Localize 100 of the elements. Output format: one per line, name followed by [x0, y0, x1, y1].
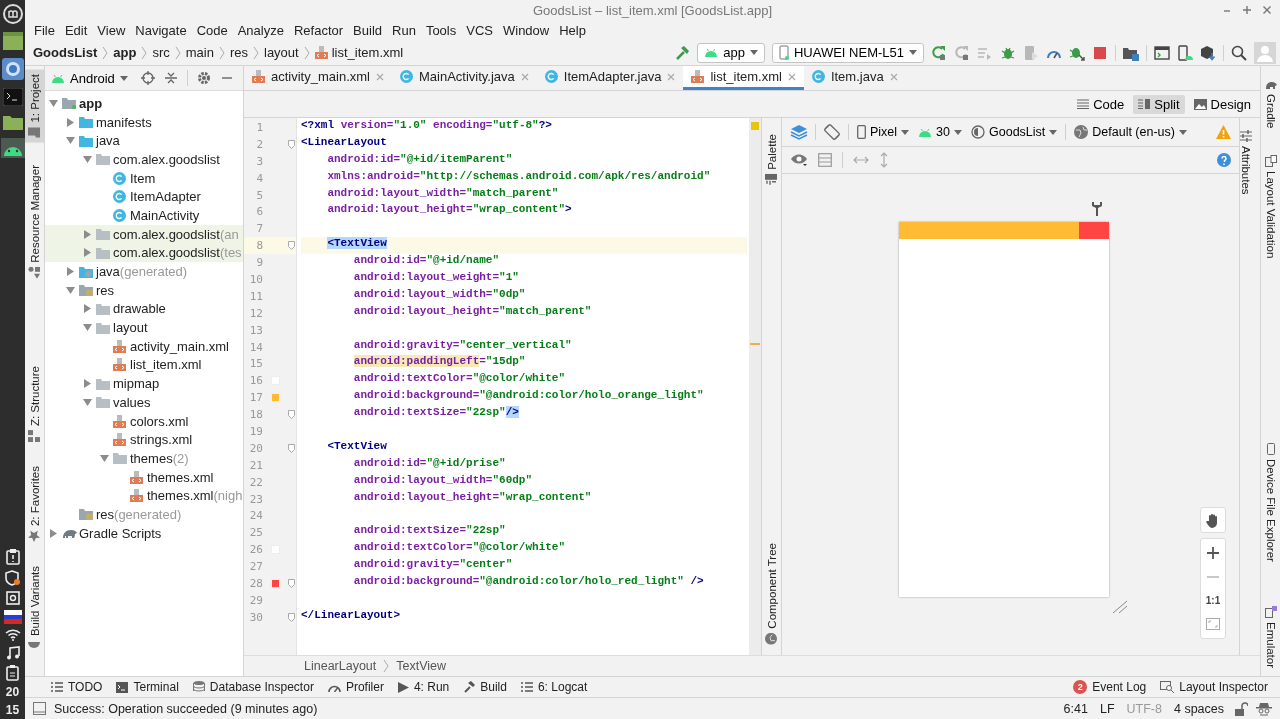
device-dropdown[interactable]: Pixel [856, 125, 911, 139]
view-mode-button[interactable]: Code [1072, 94, 1130, 114]
hammer-icon[interactable] [674, 44, 691, 61]
menu-item[interactable]: Window [497, 22, 555, 38]
console-icon[interactable] [1154, 44, 1170, 61]
collapsed-arrow-icon[interactable] [83, 248, 92, 258]
collapsed-arrow-icon[interactable] [49, 528, 58, 538]
breadcrumb-item[interactable]: LinearLayout [304, 659, 377, 673]
layers-icon[interactable] [790, 124, 808, 140]
tool-window-tab[interactable]: Component Tree [762, 539, 781, 649]
tree-item[interactable]: colors.xml [45, 411, 243, 431]
warning-stripe-marker[interactable] [750, 343, 760, 345]
expanded-arrow-icon[interactable] [83, 397, 92, 407]
breadcrumb-item[interactable]: TextView [396, 659, 447, 673]
fold-marker-icon[interactable] [288, 139, 295, 149]
editor-tab[interactable]: ItemAdapter.java [536, 66, 684, 90]
menu-item[interactable]: File [29, 22, 60, 38]
breadcrumb-item[interactable]: main [185, 45, 214, 60]
expanded-arrow-icon[interactable] [66, 285, 75, 295]
color-swatch[interactable] [272, 394, 279, 402]
tool-window-tab[interactable]: Palette [762, 130, 781, 190]
tree-item[interactable]: layout [45, 318, 243, 337]
pan-button[interactable] [1200, 507, 1226, 533]
tool-window-button[interactable]: Terminal [110, 680, 185, 694]
console-icon[interactable] [2, 88, 23, 106]
zoom-reset-button[interactable]: 1:1 [1205, 595, 1221, 606]
device-dropdown[interactable]: HUAWEI NEM-L51 [771, 42, 924, 63]
tree-item[interactable]: mipmap [45, 374, 243, 393]
tree-item[interactable]: themes(2) [45, 449, 243, 468]
tool-window-tab[interactable]: Attributes [1240, 126, 1252, 199]
tool-window-tab[interactable]: 1: Project [25, 70, 44, 143]
editor-tab[interactable]: Item.java [803, 66, 906, 90]
menu-item[interactable]: Analyze [232, 22, 289, 38]
collapsed-arrow-icon[interactable] [83, 304, 92, 314]
collapsed-arrow-icon[interactable] [66, 117, 75, 127]
tool-window-button[interactable]: Database Inspector [186, 680, 320, 694]
help-icon[interactable] [1217, 153, 1231, 167]
tool-window-tab[interactable]: Layout Validation [1261, 150, 1280, 262]
tree-item[interactable]: manifests [45, 112, 243, 132]
tool-window-button[interactable]: Build [457, 680, 513, 694]
tree-item[interactable]: java [45, 131, 243, 151]
clipboard-icon[interactable] [5, 549, 20, 565]
menu-item[interactable]: Run [387, 22, 421, 38]
tree-item[interactable]: com.alex.goodslist [45, 150, 243, 169]
collapsed-arrow-icon[interactable] [83, 229, 92, 239]
eye-icon[interactable] [790, 153, 808, 167]
collapsed-arrow-icon[interactable] [66, 267, 75, 277]
menu-item[interactable]: Build [348, 22, 387, 38]
tree-item[interactable]: java(generated) [45, 262, 243, 281]
close-icon[interactable] [889, 72, 898, 81]
tree-item[interactable]: drawable [45, 299, 243, 319]
fold-marker-icon[interactable] [288, 612, 295, 622]
menu-item[interactable]: VCS [461, 22, 498, 38]
menu-item[interactable]: Tools [420, 22, 462, 38]
menu-item[interactable]: Refactor [288, 22, 349, 38]
tree-item[interactable]: Gradle Scripts [45, 523, 243, 543]
tree-item[interactable]: activity_main.xml [45, 336, 243, 356]
tool-window-button[interactable]: Layout Inspector [1154, 680, 1274, 694]
tree-item[interactable]: strings.xml [45, 430, 243, 450]
api-level-dropdown[interactable]: 30 [917, 125, 963, 139]
editor-tab[interactable]: list_item.xml [683, 66, 804, 90]
tool-window-tab[interactable]: Gradle [1261, 74, 1280, 133]
editor-tab[interactable]: MainActivity.java [391, 66, 537, 90]
lock-icon[interactable] [1234, 701, 1248, 716]
expanded-arrow-icon[interactable] [49, 98, 58, 108]
breadcrumb-item[interactable]: src [152, 45, 170, 60]
menu-item[interactable]: View [92, 22, 131, 38]
menu-item[interactable]: Navigate [130, 22, 192, 38]
view-mode-button[interactable]: Split [1133, 94, 1185, 114]
locale-dropdown[interactable]: Default (en-us) [1073, 125, 1188, 139]
maximize-icon[interactable] [1242, 5, 1252, 15]
menu-item[interactable]: Edit [59, 22, 93, 38]
run-config-dropdown[interactable]: app [697, 42, 765, 63]
event-log-button[interactable]: 2 Event Log [1067, 680, 1153, 694]
tree-item[interactable]: MainActivity [45, 206, 243, 225]
battery-icon[interactable] [5, 665, 20, 681]
rotate-icon[interactable] [823, 123, 841, 141]
phone-icon[interactable] [1177, 44, 1193, 61]
fold-marker-icon[interactable] [288, 241, 295, 251]
indent-setting[interactable]: 4 spaces [1171, 701, 1226, 716]
warning-icon[interactable] [1216, 125, 1231, 139]
collapse-icon[interactable] [163, 71, 178, 85]
tool-window-tab[interactable]: 2: Favorites [25, 461, 44, 546]
window-icon[interactable] [33, 702, 46, 715]
fold-marker-icon[interactable] [288, 579, 295, 588]
android-head-icon[interactable] [0, 138, 25, 158]
tool-window-tab[interactable]: Emulator [1261, 601, 1280, 672]
tree-item[interactable]: res(generated) [45, 505, 243, 524]
circular-arrow-icon[interactable] [931, 44, 947, 61]
tree-item[interactable]: app [45, 94, 243, 113]
detective-icon[interactable] [1256, 701, 1272, 716]
window-app-icon[interactable] [2, 32, 23, 50]
crosshair-icon[interactable] [140, 71, 155, 85]
wrench-icon[interactable] [1092, 202, 1102, 216]
theme-dropdown[interactable]: GoodsList [970, 125, 1059, 139]
caret-position[interactable]: 6:41 [1061, 701, 1090, 716]
expanded-arrow-icon[interactable] [83, 154, 92, 164]
music-note-icon[interactable] [5, 646, 20, 660]
expanded-arrow-icon[interactable] [83, 323, 92, 333]
warning-marker[interactable] [751, 122, 759, 130]
